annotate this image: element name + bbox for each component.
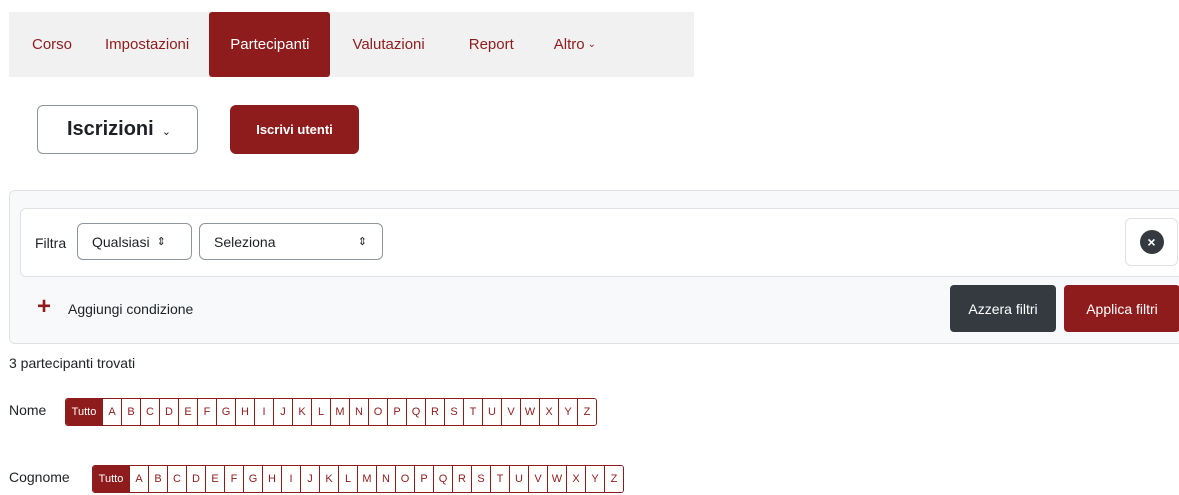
initial-w[interactable]: W	[520, 399, 539, 425]
initial-z[interactable]: Z	[604, 466, 623, 492]
tab-partecipanti[interactable]: Partecipanti	[209, 12, 331, 77]
initial-l[interactable]: L	[311, 399, 330, 425]
tab-label: Altro	[553, 36, 585, 53]
filter-panel: Filtra Qualsiasi ⇕ Seleziona ⇕ × + Aggiu…	[9, 190, 1179, 344]
remove-filter-button[interactable]: ×	[1125, 218, 1178, 266]
apply-filters-button[interactable]: Applica filtri	[1064, 285, 1179, 332]
initial-m[interactable]: M	[357, 466, 376, 492]
match-type-value: Qualsiasi	[92, 233, 150, 250]
initial-all[interactable]: Tutto	[66, 399, 102, 425]
initial-r[interactable]: R	[425, 399, 444, 425]
initial-m[interactable]: M	[330, 399, 349, 425]
first-name-initials-bar: Nome Tutto A B C D E F G H I J K L M N O P Q R S T U V W X Y Z	[9, 398, 597, 426]
tab-altro[interactable]: Altro ⌄	[536, 12, 606, 77]
filter-type-value: Seleziona	[214, 233, 276, 250]
filter-row: Filtra Qualsiasi ⇕ Seleziona ⇕ ×	[20, 208, 1179, 277]
chevron-down-icon: ⌄	[587, 39, 596, 50]
initial-s[interactable]: S	[444, 399, 463, 425]
initial-d[interactable]: D	[186, 466, 205, 492]
initials-pagination: Tutto A B C D E F G H I J K L M N O P Q R S T U V W X Y Z	[92, 465, 624, 493]
last-name-initials-bar: Cognome Tutto A B C D E F G H I J K L M N O P Q R S T U V W X Y Z	[9, 465, 624, 493]
tab-label: Partecipanti	[230, 36, 310, 53]
initial-z[interactable]: Z	[577, 399, 596, 425]
add-condition-label: Aggiungi condizione	[68, 300, 194, 317]
initial-q[interactable]: Q	[433, 466, 452, 492]
initial-e[interactable]: E	[178, 399, 197, 425]
initial-a[interactable]: A	[102, 399, 121, 425]
participants-count: 3 partecipanti trovati	[9, 355, 136, 371]
initial-v[interactable]: V	[501, 399, 520, 425]
secondary-navigation: Corso Impostazioni Partecipanti Valutazi…	[9, 12, 694, 77]
select-arrows-icon: ⇕	[357, 236, 367, 248]
initial-u[interactable]: U	[482, 399, 501, 425]
initial-n[interactable]: N	[349, 399, 368, 425]
initial-h[interactable]: H	[235, 399, 254, 425]
initial-x[interactable]: X	[566, 466, 585, 492]
select-arrows-icon: ⇕	[156, 236, 166, 248]
initial-p[interactable]: P	[414, 466, 433, 492]
first-name-label: Nome	[9, 402, 47, 418]
initial-h[interactable]: H	[262, 466, 281, 492]
initial-j[interactable]: J	[300, 466, 319, 492]
tab-valutazioni[interactable]: Valutazioni	[330, 12, 446, 77]
initial-v[interactable]: V	[528, 466, 547, 492]
initial-k[interactable]: K	[292, 399, 311, 425]
initial-c[interactable]: C	[140, 399, 159, 425]
chevron-down-icon: ⌄	[161, 125, 171, 138]
tab-report[interactable]: Report	[447, 12, 536, 77]
plus-icon: +	[37, 293, 52, 320]
initial-y[interactable]: Y	[585, 466, 604, 492]
initial-f[interactable]: F	[197, 399, 216, 425]
initial-c[interactable]: C	[167, 466, 186, 492]
last-name-label: Cognome	[9, 469, 70, 485]
initial-j[interactable]: J	[273, 399, 292, 425]
initial-f[interactable]: F	[224, 466, 243, 492]
initial-l[interactable]: L	[338, 466, 357, 492]
initial-all[interactable]: Tutto	[93, 466, 129, 492]
enrol-users-button[interactable]: Iscrivi utenti	[230, 105, 359, 154]
initial-k[interactable]: K	[319, 466, 338, 492]
initial-g[interactable]: G	[243, 466, 262, 492]
initial-e[interactable]: E	[205, 466, 224, 492]
tab-label: Report	[468, 36, 514, 53]
initial-o[interactable]: O	[395, 466, 414, 492]
tab-label: Valutazioni	[352, 36, 425, 53]
initials-pagination: Tutto A B C D E F G H I J K L M N O P Q R S T U V W X Y Z	[65, 398, 597, 426]
initial-d[interactable]: D	[159, 399, 178, 425]
filter-type-select[interactable]: Seleziona ⇕	[199, 223, 383, 260]
page-select-label: Iscrizioni	[67, 118, 154, 140]
initial-p[interactable]: P	[387, 399, 406, 425]
initial-r[interactable]: R	[452, 466, 471, 492]
initial-i[interactable]: I	[254, 399, 273, 425]
initial-i[interactable]: I	[281, 466, 300, 492]
close-icon: ×	[1139, 230, 1164, 254]
initial-b[interactable]: B	[148, 466, 167, 492]
add-condition-button[interactable]: + Aggiungi condizione	[37, 293, 194, 320]
tab-label: Corso	[32, 36, 73, 53]
initial-y[interactable]: Y	[558, 399, 577, 425]
initial-s[interactable]: S	[471, 466, 490, 492]
initial-x[interactable]: X	[539, 399, 558, 425]
initial-a[interactable]: A	[129, 466, 148, 492]
initial-b[interactable]: B	[121, 399, 140, 425]
enrolments-page-select[interactable]: Iscrizioni ⌄	[37, 105, 198, 154]
initial-q[interactable]: Q	[406, 399, 425, 425]
tab-label: Impostazioni	[105, 36, 190, 53]
filter-label: Filtra	[35, 235, 67, 251]
reset-filters-button[interactable]: Azzera filtri	[950, 285, 1056, 332]
initial-t[interactable]: T	[463, 399, 482, 425]
initial-w[interactable]: W	[547, 466, 566, 492]
tab-impostazioni[interactable]: Impostazioni	[84, 12, 209, 77]
initial-t[interactable]: T	[490, 466, 509, 492]
initial-o[interactable]: O	[368, 399, 387, 425]
initial-n[interactable]: N	[376, 466, 395, 492]
match-type-select[interactable]: Qualsiasi ⇕	[77, 223, 192, 260]
tab-corso[interactable]: Corso	[9, 12, 84, 77]
initial-u[interactable]: U	[509, 466, 528, 492]
initial-g[interactable]: G	[216, 399, 235, 425]
